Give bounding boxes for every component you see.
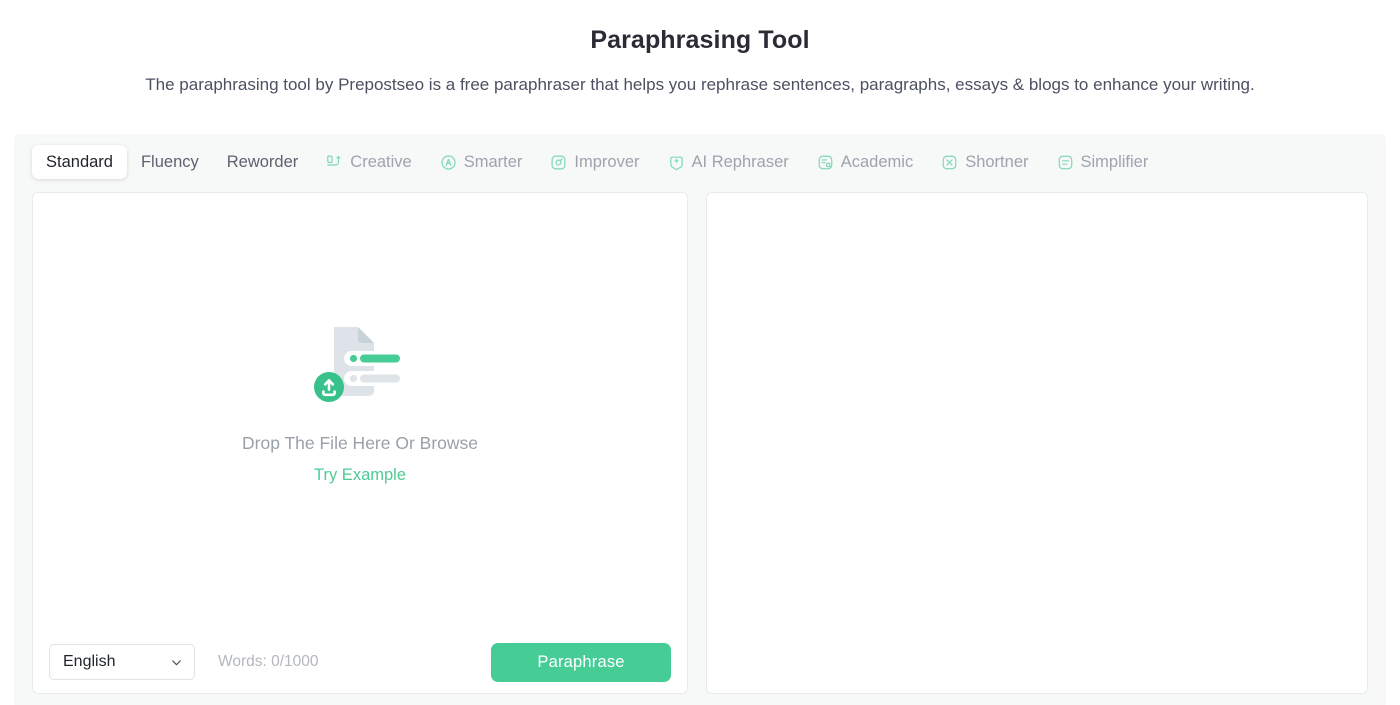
- tab-academic[interactable]: Academic: [803, 145, 927, 179]
- tab-reworder[interactable]: Reworder: [213, 145, 313, 179]
- input-panel: Drop The File Here Or Browse Try Example…: [32, 192, 689, 694]
- tool-card: Standard Fluency Reworder Creative Smart…: [14, 134, 1386, 705]
- tab-smarter-label: Smarter: [463, 152, 523, 171]
- language-select-value: English: [63, 653, 116, 670]
- tab-standard-label: Standard: [46, 152, 113, 171]
- tab-ai-rephraser[interactable]: AI Rephraser: [654, 145, 803, 179]
- tab-shortner-label: Shortner: [965, 152, 1029, 171]
- tab-ai-rephraser-label: AI Rephraser: [691, 152, 789, 171]
- dropzone-instruction: Drop The File Here Or Browse: [242, 432, 479, 453]
- creative-icon: [326, 154, 343, 171]
- tab-academic-label: Academic: [840, 152, 914, 171]
- file-dropzone[interactable]: Drop The File Here Or Browse Try Example: [33, 193, 687, 631]
- tab-creative[interactable]: Creative: [312, 145, 425, 179]
- tab-fluency-label: Fluency: [140, 152, 199, 171]
- tab-improver-label: Improver: [574, 152, 640, 171]
- word-count-label: Words: 0/1000: [218, 653, 319, 670]
- improver-icon: [550, 154, 567, 171]
- tab-simplifier[interactable]: Simplifier: [1043, 145, 1163, 179]
- try-example-link[interactable]: Try Example: [314, 466, 406, 486]
- input-toolbar: English Words: 0/1000 Paraphrase: [33, 631, 687, 693]
- chevron-down-icon: [170, 656, 183, 669]
- tab-standard[interactable]: Standard: [32, 145, 127, 179]
- tab-fluency[interactable]: Fluency: [127, 145, 213, 179]
- tab-creative-label: Creative: [350, 152, 412, 171]
- page-subtitle: The paraphrasing tool by Prepostseo is a…: [145, 75, 1255, 94]
- tab-reworder-label: Reworder: [226, 152, 299, 171]
- file-upload-illustration: [300, 315, 420, 415]
- simplifier-icon: [1057, 154, 1074, 171]
- shortner-icon: [941, 154, 958, 171]
- smarter-icon: [440, 154, 457, 171]
- ai-rephraser-icon: [668, 154, 685, 171]
- page-title: Paraphrasing Tool: [590, 26, 810, 54]
- academic-icon: [817, 154, 834, 171]
- paraphrasing-tool-page: Paraphrasing Tool The paraphrasing tool …: [0, 0, 1400, 705]
- output-panel[interactable]: [706, 192, 1368, 694]
- language-select[interactable]: English: [49, 644, 195, 680]
- paraphrase-button[interactable]: Paraphrase: [491, 642, 672, 682]
- tab-simplifier-label: Simplifier: [1080, 152, 1149, 171]
- editor-panels: Drop The File Here Or Browse Try Example…: [32, 192, 1368, 694]
- tab-shortner[interactable]: Shortner: [927, 145, 1042, 179]
- tab-improver[interactable]: Improver: [536, 145, 653, 179]
- tab-smarter[interactable]: Smarter: [426, 145, 537, 179]
- mode-tab-strip: Standard Fluency Reworder Creative Smart…: [14, 134, 1386, 190]
